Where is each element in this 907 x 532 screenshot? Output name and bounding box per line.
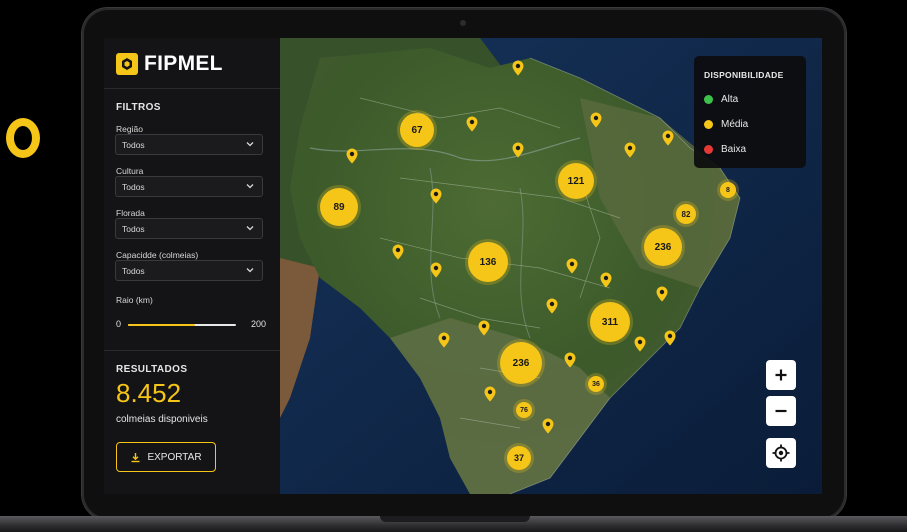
culture-label: Cultura [116,166,144,176]
small-cluster-marker[interactable]: 82 [676,204,696,224]
culture-select[interactable]: Todos [115,176,263,197]
chevron-down-icon [246,142,254,147]
region-value: Todos [122,139,145,150]
results-subtitle: colmeias disponiveis [116,414,208,425]
results-count: 8.452 [116,378,182,408]
target-icon [772,444,790,462]
legend-dot [704,95,713,104]
divider [104,350,280,351]
results-title: RESULTADOS [116,364,188,375]
app-screen: FIPMEL FILTROS Região Todos Cultura Todo… [104,38,822,494]
location-pin-icon[interactable] [564,352,576,368]
radius-slider[interactable]: 0 200 [116,318,266,332]
location-pin-icon[interactable] [466,116,478,132]
slider-fill [128,324,195,326]
legend-item-high: Alta [704,94,738,105]
cluster-marker[interactable]: 236 [644,228,682,266]
radius-max: 200 [250,319,266,329]
legend-dot [704,120,713,129]
zoom-out-button[interactable] [766,396,796,426]
capacity-label: Capacidde (colmeias) [116,250,199,260]
locate-me-button[interactable] [766,438,796,468]
legend-item-medium: Média [704,119,748,130]
location-pin-icon[interactable] [656,286,668,302]
location-pin-icon[interactable] [430,188,442,204]
culture-value: Todos [122,181,145,192]
decorative-ring [6,118,40,158]
download-icon [131,452,140,462]
location-pin-icon[interactable] [392,244,404,260]
zoom-in-button[interactable] [766,360,796,390]
chevron-down-icon [246,268,254,273]
location-pin-icon[interactable] [566,258,578,274]
location-pin-icon[interactable] [478,320,490,336]
divider [104,88,280,89]
location-pin-icon[interactable] [438,332,450,348]
minus-icon [775,409,787,413]
filters-title: FILTROS [116,102,161,113]
radius-min: 0 [116,319,122,329]
app-name: FIPMEL [144,52,223,75]
slider-track[interactable] [128,324,236,326]
radius-label: Raio (km) [116,295,153,305]
location-pin-icon[interactable] [346,148,358,164]
location-pin-icon[interactable] [430,262,442,278]
location-pin-icon[interactable] [484,386,496,402]
location-pin-icon[interactable] [600,272,612,288]
location-pin-icon[interactable] [664,330,676,346]
small-cluster-marker[interactable]: 8 [720,182,736,198]
chevron-down-icon [246,184,254,189]
location-pin-icon[interactable] [662,130,674,146]
laptop-notch [380,516,530,522]
legend-label: Alta [721,94,739,105]
location-pin-icon[interactable] [590,112,602,128]
capacity-select[interactable]: Todos [115,260,263,281]
small-cluster-marker[interactable]: 36 [588,376,604,392]
location-pin-icon[interactable] [512,142,524,158]
cluster-marker[interactable]: 37 [507,446,531,470]
legend-title: DISPONIBILIDADE [704,70,784,80]
small-cluster-marker[interactable]: 76 [516,402,532,418]
location-pin-icon[interactable] [512,60,524,76]
region-label: Região [116,124,143,134]
availability-legend: DISPONIBILIDADE Alta Média Baixa [694,56,806,168]
export-button[interactable]: EXPORTAR [116,442,216,472]
chevron-down-icon [246,226,254,231]
capacity-value: Todos [122,265,145,276]
bloom-value: Todos [122,223,145,234]
plus-icon [775,369,787,381]
legend-label: Baixa [721,144,747,155]
legend-label: Média [721,119,749,130]
logo: FIPMEL [116,52,223,76]
cluster-marker[interactable]: 67 [400,113,434,147]
export-label: EXPORTAR [147,451,202,463]
cluster-marker[interactable]: 121 [558,163,594,199]
location-pin-icon[interactable] [542,418,554,434]
cluster-marker[interactable]: 89 [320,188,358,226]
bloom-select[interactable]: Todos [115,218,263,239]
legend-item-low: Baixa [704,144,746,155]
location-pin-icon[interactable] [634,336,646,352]
map[interactable]: 67 121 89 136 236 311 236 37 82 8 36 76 [280,38,822,494]
bloom-label: Florada [116,208,145,218]
laptop-base [0,516,907,532]
location-pin-icon[interactable] [624,142,636,158]
legend-dot [704,145,713,154]
location-pin-icon[interactable] [546,298,558,314]
sidebar: FIPMEL FILTROS Região Todos Cultura Todo… [104,38,280,494]
cluster-marker[interactable]: 311 [590,302,630,342]
camera-dot [460,20,466,26]
cluster-marker[interactable]: 136 [468,242,508,282]
bee-logo-icon [116,53,138,75]
cluster-marker[interactable]: 236 [500,342,542,384]
region-select[interactable]: Todos [115,134,263,155]
